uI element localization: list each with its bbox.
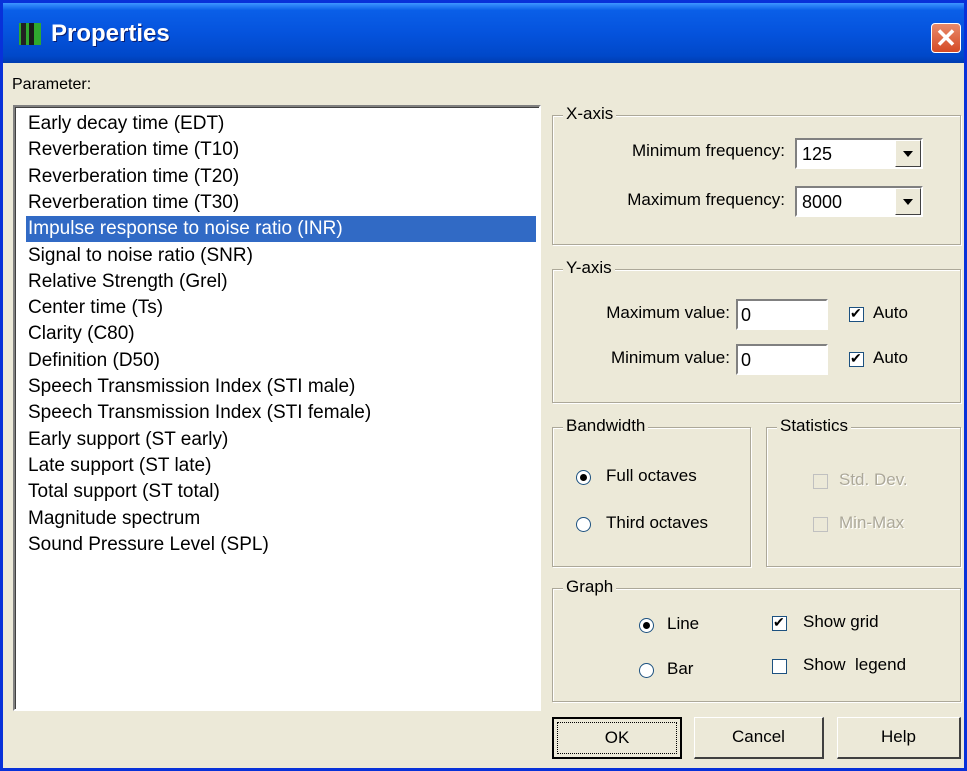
- max-auto-label: Auto: [873, 303, 908, 322]
- parameter-item[interactable]: Reverberation time (T10): [28, 137, 239, 163]
- parameter-label: Parameter:: [12, 76, 92, 93]
- show-legend-label: Show legend: [803, 655, 907, 674]
- min-value-input[interactable]: 0: [736, 344, 828, 375]
- minmax-checkbox: [813, 517, 828, 532]
- full-octaves-radio[interactable]: [576, 470, 591, 485]
- third-octaves-radio[interactable]: [576, 517, 591, 532]
- max-value-text: 0: [741, 305, 752, 325]
- show-grid-checkbox[interactable]: [772, 614, 787, 631]
- yaxis-legend: Y-axis: [563, 258, 615, 278]
- max-frequency-select[interactable]: 8000: [795, 186, 923, 217]
- close-icon: ✕: [935, 23, 957, 53]
- min-frequency-value: 125: [802, 144, 833, 164]
- parameter-item[interactable]: Reverberation time (T20): [28, 164, 239, 190]
- bar-label: Bar: [667, 659, 694, 678]
- min-frequency-select[interactable]: 125: [795, 138, 923, 169]
- max-frequency-value: 8000: [802, 192, 843, 212]
- stddev-label: Std. Dev.: [839, 470, 908, 489]
- statistics-legend: Statistics: [777, 416, 852, 436]
- properties-dialog: Properties ✕ Parameter: Early decay time…: [0, 0, 967, 771]
- min-auto-checkbox[interactable]: [849, 350, 864, 367]
- show-legend-checkbox[interactable]: [772, 659, 787, 674]
- max-auto-checkbox[interactable]: [849, 305, 864, 322]
- parameter-item[interactable]: Magnitude spectrum: [28, 506, 200, 532]
- line-radio[interactable]: [639, 618, 654, 633]
- max-value-label: Maximum value:: [606, 303, 730, 322]
- bandwidth-legend: Bandwidth: [563, 416, 649, 436]
- window-title: Properties: [51, 20, 170, 47]
- parameter-item[interactable]: Center time (Ts): [28, 295, 163, 321]
- parameter-item[interactable]: Reverberation time (T30): [28, 190, 239, 216]
- min-frequency-label: Minimum frequency:: [631, 141, 785, 160]
- close-button[interactable]: ✕: [931, 23, 961, 53]
- min-value-text: 0: [741, 350, 752, 370]
- parameter-item[interactable]: Total support (ST total): [28, 479, 220, 505]
- line-label: Line: [667, 614, 700, 633]
- show-grid-label: Show grid: [803, 612, 879, 631]
- min-value-label: Minimum value:: [610, 348, 730, 367]
- min-auto-label: Auto: [873, 348, 908, 367]
- full-octaves-label: Full octaves: [606, 466, 697, 485]
- xaxis-group: X-axis: [552, 104, 961, 245]
- parameter-item[interactable]: Relative Strength (Grel): [28, 269, 228, 295]
- yaxis-group: Y-axis: [552, 258, 961, 403]
- parameter-item[interactable]: Early decay time (EDT): [28, 111, 224, 137]
- max-value-input[interactable]: 0: [736, 299, 828, 330]
- stddev-checkbox: [813, 474, 828, 489]
- help-button-label: Help: [881, 727, 916, 746]
- cancel-button-label: Cancel: [732, 727, 785, 746]
- help-button[interactable]: Help: [837, 717, 961, 759]
- xaxis-legend: X-axis: [563, 104, 617, 124]
- graph-group: Graph: [552, 577, 961, 702]
- app-icon: [19, 23, 41, 47]
- bar-radio[interactable]: [639, 663, 654, 678]
- parameter-item[interactable]: Sound Pressure Level (SPL): [28, 532, 269, 558]
- chevron-down-icon[interactable]: [895, 140, 921, 167]
- parameter-item[interactable]: Signal to noise ratio (SNR): [28, 243, 253, 269]
- third-octaves-label: Third octaves: [606, 513, 709, 532]
- title-bar[interactable]: Properties ✕: [3, 3, 964, 63]
- parameter-item[interactable]: Definition (D50): [28, 348, 160, 374]
- graph-legend: Graph: [563, 577, 617, 597]
- bandwidth-group: Bandwidth: [552, 416, 751, 567]
- parameter-item[interactable]: Speech Transmission Index (STI male): [28, 374, 355, 400]
- ok-button[interactable]: OK: [552, 717, 682, 759]
- ok-button-label: OK: [604, 728, 630, 747]
- chevron-down-icon[interactable]: [895, 188, 921, 215]
- parameter-listbox[interactable]: Early decay time (EDT) Reverberation time…: [13, 105, 541, 711]
- parameter-item[interactable]: Clarity (C80): [28, 321, 135, 347]
- statistics-group: Statistics: [766, 416, 961, 567]
- parameter-item[interactable]: Speech Transmission Index (STI female): [28, 400, 371, 426]
- parameter-item[interactable]: Impulse response to noise ratio (INR): [26, 216, 536, 243]
- cancel-button[interactable]: Cancel: [694, 717, 824, 759]
- parameter-item[interactable]: Early support (ST early): [28, 427, 228, 453]
- parameter-item[interactable]: Late support (ST late): [28, 453, 211, 479]
- max-frequency-label: Maximum frequency:: [627, 190, 785, 209]
- minmax-label: Min-Max: [839, 513, 905, 532]
